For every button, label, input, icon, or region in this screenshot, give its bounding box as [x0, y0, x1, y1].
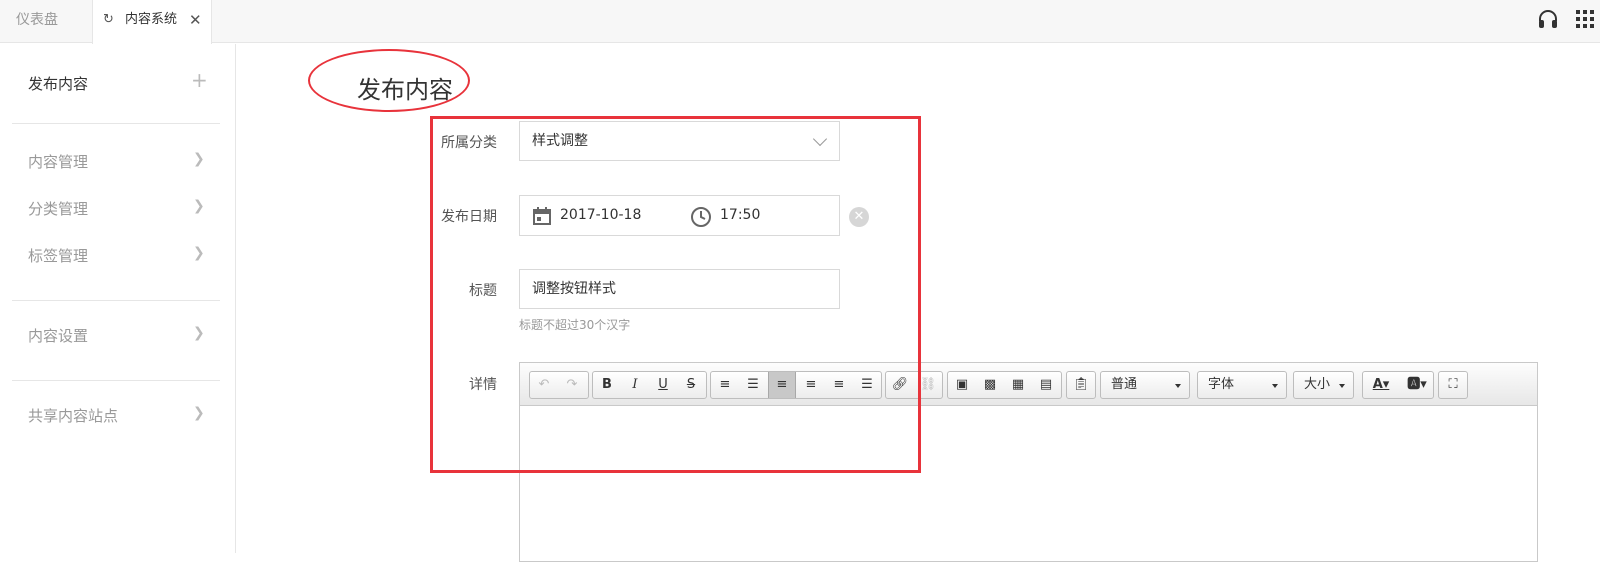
background-color-icon[interactable]: 🅰︎▾	[1399, 372, 1435, 398]
font-family-select[interactable]: 字体	[1197, 371, 1287, 399]
tab-bar: 仪表盘 ↻ 内容系统 ✕	[0, 0, 1600, 44]
gallery-icon[interactable]: ▩	[976, 372, 1004, 398]
image-icon[interactable]: ▣	[948, 372, 976, 398]
plus-icon[interactable]: +	[191, 68, 208, 92]
highlight-oval	[308, 49, 470, 112]
sidebar-item-content-settings[interactable]: 内容设置	[28, 325, 88, 346]
chevron-right-icon: ❯	[193, 405, 205, 421]
font-color-icon[interactable]: A▾	[1363, 372, 1399, 398]
paste-icon[interactable]: 📋︎	[1067, 372, 1095, 398]
sidebar: 发布内容 + 内容管理 ❯ 分类管理 ❯ 标签管理 ❯ 内容设置 ❯ 共享内容站…	[0, 44, 236, 553]
chevron-right-icon: ❯	[193, 198, 205, 214]
divider	[12, 300, 220, 301]
horizontal-rule-icon[interactable]: ▤	[1032, 372, 1060, 398]
paragraph-format-select[interactable]: 普通	[1100, 371, 1190, 399]
tab-content-system[interactable]: ↻ 内容系统 ✕	[92, 0, 212, 44]
fullscreen-group: ⛶	[1438, 371, 1468, 399]
sidebar-item-category-management[interactable]: 分类管理	[28, 198, 88, 219]
close-icon[interactable]: ✕	[189, 0, 202, 40]
color-group: A▾ 🅰︎▾	[1362, 371, 1434, 399]
chevron-right-icon: ❯	[193, 245, 205, 261]
headset-icon[interactable]	[1537, 8, 1559, 30]
paste-group: 📋︎	[1066, 371, 1096, 399]
insert-group: ▣ ▩ ▦ ▤	[947, 371, 1062, 399]
fullscreen-icon[interactable]: ⛶	[1439, 372, 1467, 398]
paragraph-format-value: 普通	[1111, 377, 1138, 392]
table-icon[interactable]: ▦	[1004, 372, 1032, 398]
refresh-icon[interactable]: ↻	[103, 0, 114, 40]
divider	[12, 123, 220, 124]
divider	[12, 380, 220, 381]
font-size-select[interactable]: 大小	[1293, 371, 1354, 399]
caret-down-icon	[1175, 384, 1181, 388]
sidebar-item-publish[interactable]: 发布内容	[28, 73, 88, 94]
font-size-value: 大小	[1304, 377, 1331, 392]
tab-dashboard[interactable]: 仪表盘	[0, 0, 92, 43]
tab-content-system-label: 内容系统	[125, 12, 178, 27]
highlight-rectangle	[430, 116, 921, 473]
sidebar-item-tag-management[interactable]: 标签管理	[28, 245, 88, 266]
chevron-right-icon: ❯	[193, 151, 205, 167]
caret-down-icon	[1272, 384, 1278, 388]
apps-grid-icon[interactable]	[1576, 10, 1594, 28]
sidebar-item-shared-sites[interactable]: 共享内容站点	[28, 405, 118, 426]
font-family-value: 字体	[1208, 377, 1235, 392]
caret-down-icon	[1339, 384, 1345, 388]
chevron-right-icon: ❯	[193, 325, 205, 341]
sidebar-item-content-management[interactable]: 内容管理	[28, 151, 88, 172]
